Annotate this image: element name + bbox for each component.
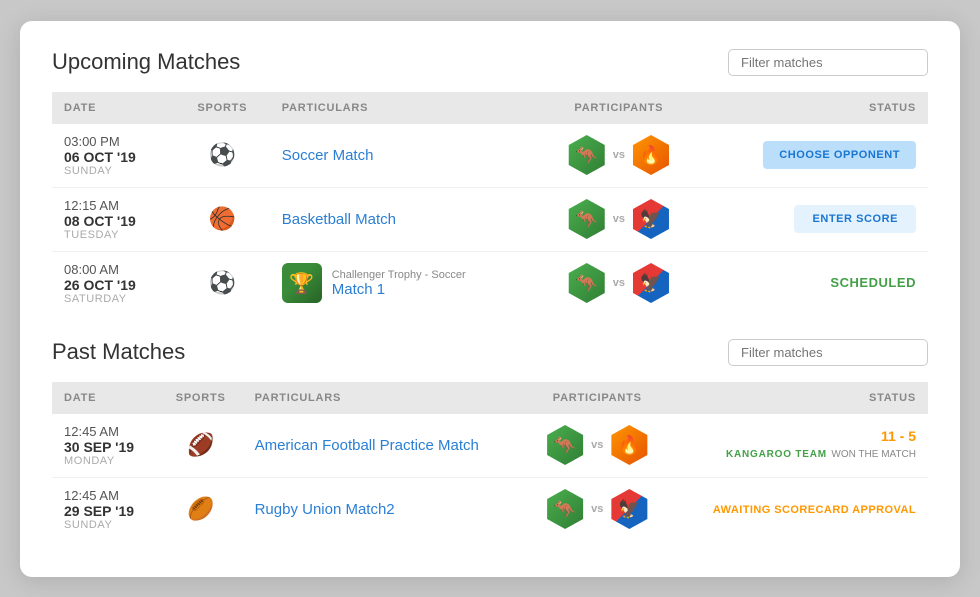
status-cell: 11 - 5 KANGAROO TEAM WON THE MATCH	[670, 414, 928, 478]
particulars-cell: Basketball Match	[270, 187, 537, 251]
score-winner: KANGAROO TEAM	[726, 449, 827, 460]
upcoming-table-header-row: DATE SPORTS PARTICULARS PARTICIPANTS STA…	[52, 92, 928, 124]
sport-cell: 🏉	[159, 477, 243, 541]
sport-icon: ⚽	[209, 270, 236, 295]
col-date-past: DATE	[52, 382, 159, 414]
past-header: Past Matches	[52, 339, 928, 366]
upcoming-header: Upcoming Matches	[52, 49, 928, 76]
particulars-cell: Soccer Match	[270, 124, 537, 188]
status-cell: AWAITING SCORECARD APPROVAL	[670, 477, 928, 541]
col-participants-past: PARTICIPANTS	[524, 382, 670, 414]
trophy-badge: 🏆	[282, 263, 322, 303]
participant2-avatar: 🦅	[631, 263, 671, 303]
upcoming-title: Upcoming Matches	[52, 49, 240, 75]
enter-score-button[interactable]: ENTER SCORE	[794, 205, 916, 233]
past-table-header-row: DATE SPORTS PARTICULARS PARTICIPANTS STA…	[52, 382, 928, 414]
particulars-title: Rugby Union Match2	[255, 501, 395, 518]
choose-opponent-button[interactable]: CHOOSE OPPONENT	[763, 141, 916, 169]
table-row: 12:15 AM 08 OCT '19 TUESDAY 🏀 Basketball …	[52, 187, 928, 251]
participants-cell: 🦘 vs 🔥	[537, 124, 702, 188]
sport-icon: 🏈	[187, 432, 214, 457]
particulars-cell: 🏆 Challenger Trophy - Soccer Match 1	[270, 251, 537, 315]
sport-cell: 🏈	[159, 414, 243, 478]
upcoming-filter-input[interactable]	[728, 49, 928, 76]
particulars-title: Basketball Match	[282, 211, 396, 228]
participant2-avatar: 🔥	[631, 135, 671, 175]
participants-cell: 🦘 vs 🦅	[524, 477, 670, 541]
status-cell: SCHEDULED	[701, 251, 928, 315]
col-status-upcoming: STATUS	[701, 92, 928, 124]
participants-cell: 🦘 vs 🔥	[524, 414, 670, 478]
date-cell: 12:45 AM 29 SEP '19 SUNDAY	[52, 477, 159, 541]
participant1-avatar: 🦘	[567, 199, 607, 239]
particulars-text: Challenger Trophy - Soccer Match 1	[332, 269, 466, 298]
participant1-avatar: 🦘	[567, 135, 607, 175]
past-filter-input[interactable]	[728, 339, 928, 366]
participant2-avatar: 🦅	[631, 199, 671, 239]
particulars-title: American Football Practice Match	[255, 437, 479, 454]
main-card: Upcoming Matches DATE SPORTS PARTICULARS…	[20, 21, 960, 577]
col-sports-upcoming: SPORTS	[175, 92, 270, 124]
sport-cell: ⚽	[175, 251, 270, 315]
score-block: 11 - 5 KANGAROO TEAM WON THE MATCH	[682, 428, 916, 462]
col-date-upcoming: DATE	[52, 92, 175, 124]
col-status-past: STATUS	[670, 382, 928, 414]
participant2-avatar: 🦅	[609, 489, 649, 529]
date-cell: 12:15 AM 08 OCT '19 TUESDAY	[52, 187, 175, 251]
table-row: 08:00 AM 26 OCT '19 SATURDAY ⚽ 🏆 Challeng…	[52, 251, 928, 315]
date-cell: 12:45 AM 30 SEP '19 MONDAY	[52, 414, 159, 478]
table-row: 12:45 AM 30 SEP '19 MONDAY 🏈 American Foo…	[52, 414, 928, 478]
past-table: DATE SPORTS PARTICULARS PARTICIPANTS STA…	[52, 382, 928, 541]
participant1-avatar: 🦘	[567, 263, 607, 303]
score-value: 11 - 5	[682, 428, 916, 444]
date-cell: 08:00 AM 26 OCT '19 SATURDAY	[52, 251, 175, 315]
sport-icon: 🏀	[209, 206, 236, 231]
vs-label: vs	[613, 213, 625, 225]
particulars-title: Match 1	[332, 281, 466, 298]
col-particulars-upcoming: PARTICULARS	[270, 92, 537, 124]
upcoming-table: DATE SPORTS PARTICULARS PARTICIPANTS STA…	[52, 92, 928, 315]
vs-label: vs	[591, 503, 603, 515]
past-title: Past Matches	[52, 339, 185, 365]
awaiting-approval-status: AWAITING SCORECARD APPROVAL	[713, 504, 916, 516]
vs-label: vs	[613, 277, 625, 289]
status-cell: ENTER SCORE	[701, 187, 928, 251]
col-participants-upcoming: PARTICIPANTS	[537, 92, 702, 124]
status-cell: CHOOSE OPPONENT	[701, 124, 928, 188]
col-particulars-past: PARTICULARS	[243, 382, 525, 414]
participants-cell: 🦘 vs 🦅	[537, 187, 702, 251]
participants-cell: 🦘 vs 🦅	[537, 251, 702, 315]
particulars-cell: American Football Practice Match	[243, 414, 525, 478]
status-scheduled: SCHEDULED	[830, 275, 916, 290]
particulars-subtitle: Challenger Trophy - Soccer	[332, 269, 466, 281]
table-row: 03:00 PM 06 OCT '19 SUNDAY ⚽ Soccer Match…	[52, 124, 928, 188]
table-row: 12:45 AM 29 SEP '19 SUNDAY 🏉 Rugby Union …	[52, 477, 928, 541]
particulars-cell: Rugby Union Match2	[243, 477, 525, 541]
vs-label: vs	[613, 149, 625, 161]
sport-cell: ⚽	[175, 124, 270, 188]
date-cell: 03:00 PM 06 OCT '19 SUNDAY	[52, 124, 175, 188]
score-won: WON THE MATCH	[831, 449, 916, 460]
sport-icon: 🏉	[187, 496, 214, 521]
participant1-avatar: 🦘	[545, 489, 585, 529]
sport-icon: ⚽	[209, 142, 236, 167]
past-section: Past Matches DATE SPORTS PARTICULARS PAR…	[52, 339, 928, 541]
sport-cell: 🏀	[175, 187, 270, 251]
col-sports-past: SPORTS	[159, 382, 243, 414]
score-winner-line: KANGAROO TEAM WON THE MATCH	[682, 444, 916, 462]
participant2-avatar: 🔥	[609, 425, 649, 465]
vs-label: vs	[591, 439, 603, 451]
particulars-title: Soccer Match	[282, 147, 374, 164]
participant1-avatar: 🦘	[545, 425, 585, 465]
